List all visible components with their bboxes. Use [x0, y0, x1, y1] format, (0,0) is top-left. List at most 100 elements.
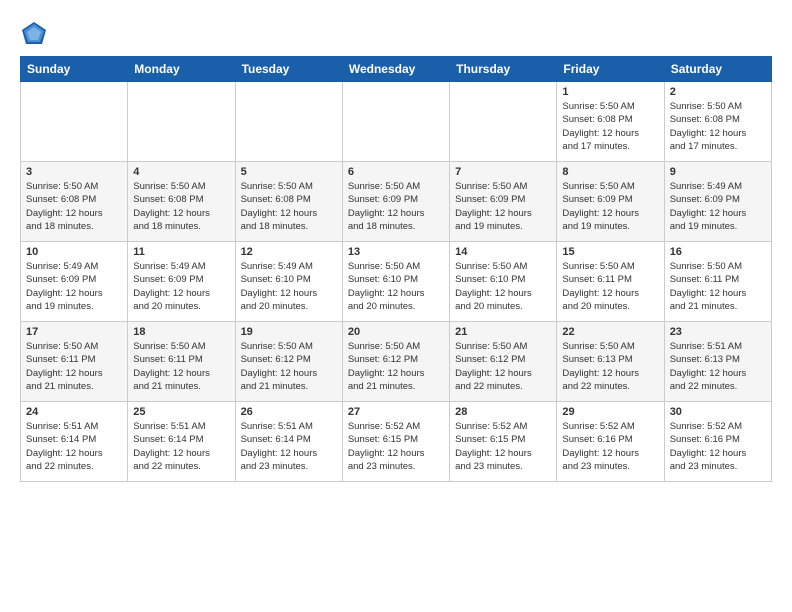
calendar-cell: 3 Sunrise: 5:50 AM Sunset: 6:08 PM Daylig… [21, 162, 128, 242]
calendar-cell: 10 Sunrise: 5:49 AM Sunset: 6:09 PM Dayli… [21, 242, 128, 322]
day-number: 4 [133, 166, 229, 178]
day-number: 15 [562, 246, 658, 258]
day-number: 21 [455, 326, 551, 338]
day-number: 22 [562, 326, 658, 338]
day-header-wednesday: Wednesday [342, 57, 449, 82]
calendar-cell [235, 82, 342, 162]
day-header-saturday: Saturday [664, 57, 771, 82]
day-info: Sunrise: 5:49 AM Sunset: 6:10 PM Dayligh… [241, 260, 337, 313]
day-number: 19 [241, 326, 337, 338]
calendar-cell: 23 Sunrise: 5:51 AM Sunset: 6:13 PM Dayli… [664, 322, 771, 402]
day-info: Sunrise: 5:50 AM Sunset: 6:08 PM Dayligh… [133, 180, 229, 233]
calendar-cell: 22 Sunrise: 5:50 AM Sunset: 6:13 PM Dayli… [557, 322, 664, 402]
day-info: Sunrise: 5:50 AM Sunset: 6:08 PM Dayligh… [670, 100, 766, 153]
day-info: Sunrise: 5:50 AM Sunset: 6:13 PM Dayligh… [562, 340, 658, 393]
day-header-friday: Friday [557, 57, 664, 82]
day-info: Sunrise: 5:50 AM Sunset: 6:11 PM Dayligh… [562, 260, 658, 313]
day-info: Sunrise: 5:50 AM Sunset: 6:11 PM Dayligh… [26, 340, 122, 393]
calendar-cell: 8 Sunrise: 5:50 AM Sunset: 6:09 PM Daylig… [557, 162, 664, 242]
day-number: 18 [133, 326, 229, 338]
day-number: 23 [670, 326, 766, 338]
day-info: Sunrise: 5:52 AM Sunset: 6:16 PM Dayligh… [670, 420, 766, 473]
day-info: Sunrise: 5:50 AM Sunset: 6:08 PM Dayligh… [241, 180, 337, 233]
day-number: 25 [133, 406, 229, 418]
day-number: 14 [455, 246, 551, 258]
calendar-week-2: 3 Sunrise: 5:50 AM Sunset: 6:08 PM Daylig… [21, 162, 772, 242]
day-info: Sunrise: 5:50 AM Sunset: 6:10 PM Dayligh… [348, 260, 444, 313]
day-number: 12 [241, 246, 337, 258]
day-info: Sunrise: 5:52 AM Sunset: 6:15 PM Dayligh… [455, 420, 551, 473]
calendar-cell: 7 Sunrise: 5:50 AM Sunset: 6:09 PM Daylig… [450, 162, 557, 242]
calendar-cell: 16 Sunrise: 5:50 AM Sunset: 6:11 PM Dayli… [664, 242, 771, 322]
calendar-week-3: 10 Sunrise: 5:49 AM Sunset: 6:09 PM Dayli… [21, 242, 772, 322]
day-number: 9 [670, 166, 766, 178]
calendar-cell [450, 82, 557, 162]
calendar-cell: 5Sunrise: 5:50 AM Sunset: 6:08 PM Daylig… [235, 162, 342, 242]
day-info: Sunrise: 5:50 AM Sunset: 6:08 PM Dayligh… [562, 100, 658, 153]
calendar-cell: 29 Sunrise: 5:52 AM Sunset: 6:16 PM Dayli… [557, 402, 664, 482]
day-info: Sunrise: 5:49 AM Sunset: 6:09 PM Dayligh… [26, 260, 122, 313]
day-info: Sunrise: 5:50 AM Sunset: 6:12 PM Dayligh… [455, 340, 551, 393]
calendar-week-4: 17Sunrise: 5:50 AM Sunset: 6:11 PM Dayli… [21, 322, 772, 402]
day-number: 20 [348, 326, 444, 338]
day-info: Sunrise: 5:50 AM Sunset: 6:10 PM Dayligh… [455, 260, 551, 313]
day-info: Sunrise: 5:51 AM Sunset: 6:14 PM Dayligh… [26, 420, 122, 473]
day-number: 3 [26, 166, 122, 178]
day-number: 30 [670, 406, 766, 418]
calendar-cell: 27 Sunrise: 5:52 AM Sunset: 6:15 PM Dayli… [342, 402, 449, 482]
calendar-cell: 13Sunrise: 5:50 AM Sunset: 6:10 PM Dayli… [342, 242, 449, 322]
calendar-cell: 18 Sunrise: 5:50 AM Sunset: 6:11 PM Dayli… [128, 322, 235, 402]
calendar-cell: 30 Sunrise: 5:52 AM Sunset: 6:16 PM Dayli… [664, 402, 771, 482]
day-number: 16 [670, 246, 766, 258]
calendar: SundayMondayTuesdayWednesdayThursdayFrid… [20, 56, 772, 482]
calendar-cell: 17Sunrise: 5:50 AM Sunset: 6:11 PM Dayli… [21, 322, 128, 402]
calendar-cell: 12 Sunrise: 5:49 AM Sunset: 6:10 PM Dayli… [235, 242, 342, 322]
calendar-cell [342, 82, 449, 162]
calendar-cell: 28 Sunrise: 5:52 AM Sunset: 6:15 PM Dayli… [450, 402, 557, 482]
day-number: 8 [562, 166, 658, 178]
day-header-sunday: Sunday [21, 57, 128, 82]
day-number: 28 [455, 406, 551, 418]
day-info: Sunrise: 5:51 AM Sunset: 6:13 PM Dayligh… [670, 340, 766, 393]
calendar-cell: 2 Sunrise: 5:50 AM Sunset: 6:08 PM Daylig… [664, 82, 771, 162]
calendar-cell: 21 Sunrise: 5:50 AM Sunset: 6:12 PM Dayli… [450, 322, 557, 402]
day-info: Sunrise: 5:50 AM Sunset: 6:09 PM Dayligh… [455, 180, 551, 233]
day-info: Sunrise: 5:52 AM Sunset: 6:15 PM Dayligh… [348, 420, 444, 473]
calendar-cell: 15 Sunrise: 5:50 AM Sunset: 6:11 PM Dayli… [557, 242, 664, 322]
calendar-cell: 9 Sunrise: 5:49 AM Sunset: 6:09 PM Daylig… [664, 162, 771, 242]
header [20, 16, 772, 48]
calendar-cell: 4 Sunrise: 5:50 AM Sunset: 6:08 PM Daylig… [128, 162, 235, 242]
day-number: 6 [348, 166, 444, 178]
calendar-cell: 11 Sunrise: 5:49 AM Sunset: 6:09 PM Dayli… [128, 242, 235, 322]
calendar-cell [21, 82, 128, 162]
logo-icon [20, 20, 48, 48]
day-number: 11 [133, 246, 229, 258]
day-number: 10 [26, 246, 122, 258]
day-number: 24 [26, 406, 122, 418]
day-info: Sunrise: 5:49 AM Sunset: 6:09 PM Dayligh… [670, 180, 766, 233]
calendar-cell: 6 Sunrise: 5:50 AM Sunset: 6:09 PM Daylig… [342, 162, 449, 242]
day-info: Sunrise: 5:50 AM Sunset: 6:08 PM Dayligh… [26, 180, 122, 233]
day-info: Sunrise: 5:50 AM Sunset: 6:11 PM Dayligh… [670, 260, 766, 313]
logo [20, 20, 52, 48]
day-number: 7 [455, 166, 551, 178]
calendar-cell: 14 Sunrise: 5:50 AM Sunset: 6:10 PM Dayli… [450, 242, 557, 322]
day-info: Sunrise: 5:50 AM Sunset: 6:12 PM Dayligh… [241, 340, 337, 393]
day-number: 1 [562, 86, 658, 98]
day-info: Sunrise: 5:52 AM Sunset: 6:16 PM Dayligh… [562, 420, 658, 473]
day-info: Sunrise: 5:50 AM Sunset: 6:09 PM Dayligh… [562, 180, 658, 233]
calendar-cell: 26Sunrise: 5:51 AM Sunset: 6:14 PM Dayli… [235, 402, 342, 482]
day-number: 26 [241, 406, 337, 418]
calendar-cell: 20Sunrise: 5:50 AM Sunset: 6:12 PM Dayli… [342, 322, 449, 402]
day-info: Sunrise: 5:49 AM Sunset: 6:09 PM Dayligh… [133, 260, 229, 313]
day-header-thursday: Thursday [450, 57, 557, 82]
day-number: 27 [348, 406, 444, 418]
day-number: 29 [562, 406, 658, 418]
calendar-cell [128, 82, 235, 162]
calendar-cell: 24 Sunrise: 5:51 AM Sunset: 6:14 PM Dayli… [21, 402, 128, 482]
day-info: Sunrise: 5:50 AM Sunset: 6:11 PM Dayligh… [133, 340, 229, 393]
calendar-cell: 19 Sunrise: 5:50 AM Sunset: 6:12 PM Dayli… [235, 322, 342, 402]
day-number: 2 [670, 86, 766, 98]
day-info: Sunrise: 5:50 AM Sunset: 6:09 PM Dayligh… [348, 180, 444, 233]
day-header-tuesday: Tuesday [235, 57, 342, 82]
